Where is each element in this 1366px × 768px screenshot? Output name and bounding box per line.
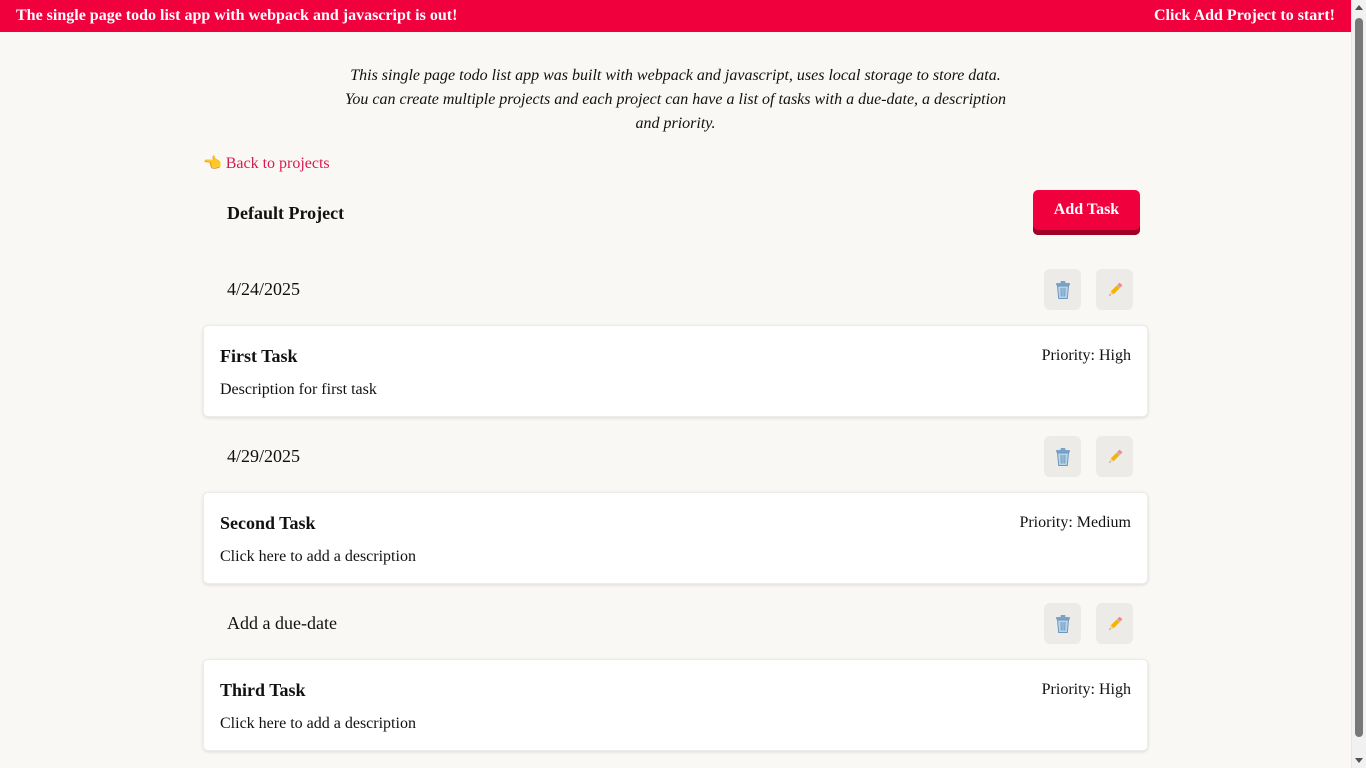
task-description[interactable]: Click here to add a description [220, 546, 416, 568]
scroll-down-arrow-icon[interactable] [1355, 758, 1363, 763]
due-date[interactable]: 4/29/2025 [227, 444, 300, 468]
task-toolbar: 4/24/2025 [203, 269, 1150, 325]
task-title[interactable]: Third Task [220, 678, 306, 702]
edit-task-button[interactable] [1096, 603, 1133, 644]
scroll-up-arrow-icon[interactable] [1355, 5, 1363, 10]
trash-icon [1055, 614, 1070, 633]
task-toolbar: 4/29/2025 [203, 436, 1150, 492]
task-card: First Task Priority: High Description fo… [203, 325, 1148, 417]
intro-line-1: This single page todo list app was built… [350, 67, 1001, 84]
task-priority[interactable]: Priority: High [1042, 345, 1131, 367]
scroll-thumb[interactable] [1355, 18, 1363, 737]
task-toolbar: Add a due-date [203, 603, 1150, 659]
delete-task-button[interactable] [1044, 603, 1081, 644]
task-item: 4/29/2025 Second Task Priority: Medium C… [203, 436, 1150, 584]
task-description[interactable]: Click here to add a description [220, 713, 416, 735]
pencil-icon [1108, 616, 1122, 630]
edit-task-button[interactable] [1096, 436, 1133, 477]
project-title: Default Project [227, 203, 345, 223]
pencil-icon [1108, 449, 1122, 463]
task-card: Second Task Priority: Medium Click here … [203, 492, 1148, 584]
project-header: Default Project Add Task [203, 190, 1140, 236]
top-banner: The single page todo list app with webpa… [0, 0, 1351, 32]
task-title[interactable]: Second Task [220, 511, 316, 535]
pencil-icon [1108, 282, 1122, 296]
intro-line-2: You can create multiple projects and eac… [344, 91, 1007, 108]
delete-task-button[interactable] [1044, 436, 1081, 477]
due-date[interactable]: 4/24/2025 [227, 277, 300, 301]
task-priority[interactable]: Priority: High [1042, 679, 1131, 701]
task-card: Third Task Priority: High Click here to … [203, 659, 1148, 751]
intro-line-3: and priority. [635, 115, 716, 132]
banner-cta[interactable]: Click Add Project to start! [1154, 7, 1335, 25]
back-to-projects-link[interactable]: 👈 Back to projects [203, 152, 330, 176]
banner-message: The single page todo list app with webpa… [16, 7, 458, 24]
add-task-button[interactable]: Add Task [1033, 190, 1140, 235]
task-item: 4/24/2025 First Task Priority: High Desc… [203, 269, 1150, 417]
due-date[interactable]: Add a due-date [227, 611, 337, 635]
back-to-projects-label: Back to projects [225, 155, 330, 172]
delete-task-button[interactable] [1044, 269, 1081, 310]
trash-icon [1055, 280, 1070, 299]
task-description[interactable]: Description for first task [220, 379, 377, 401]
trash-icon [1055, 447, 1070, 466]
pointing-hand-icon: 👈 [203, 156, 222, 172]
page: The single page todo list app with webpa… [0, 0, 1366, 768]
task-item: Add a due-date Third Task Priority: High… [203, 603, 1150, 751]
intro-text: This single page todo list app was built… [330, 64, 1021, 136]
edit-task-button[interactable] [1096, 269, 1133, 310]
vertical-scrollbar[interactable] [1351, 0, 1366, 768]
task-priority[interactable]: Priority: Medium [1019, 512, 1131, 534]
task-title[interactable]: First Task [220, 344, 298, 368]
